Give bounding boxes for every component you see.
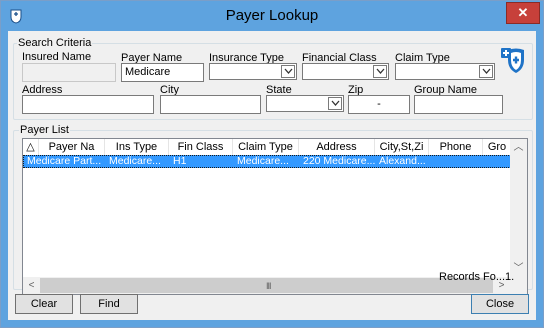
state-select[interactable] — [266, 95, 344, 112]
dialog-body: Search Criteria Insured Name Payer Name … — [8, 31, 536, 320]
payer-name-field[interactable]: Medicare — [121, 63, 204, 82]
column-header[interactable]: Fin Class — [169, 139, 233, 155]
table-cell: Medicare Part... — [27, 156, 102, 167]
title-bar[interactable]: Payer Lookup ✕ — [1, 1, 543, 31]
scroll-left-icon[interactable]: < — [23, 277, 40, 294]
table-cell — [484, 156, 512, 168]
chevron-down-icon[interactable] — [373, 65, 387, 78]
insured-name-field[interactable] — [22, 63, 116, 82]
address-field[interactable] — [22, 95, 154, 114]
close-button[interactable]: Close — [471, 294, 529, 314]
zip-field[interactable]: - — [348, 95, 410, 114]
records-found-text: Records Fo...1. — [439, 271, 515, 283]
table-cell — [430, 156, 484, 168]
clear-button[interactable]: Clear — [15, 294, 73, 314]
chevron-down-icon[interactable] — [328, 97, 342, 110]
sort-arrow-icon[interactable]: △ — [23, 139, 39, 155]
chevron-down-icon[interactable] — [281, 65, 295, 78]
column-header[interactable]: Payer Na — [39, 139, 105, 155]
scroll-grip: III — [266, 281, 271, 291]
column-header[interactable]: Ins Type — [105, 139, 169, 155]
table-cell: Alexand... — [379, 156, 426, 167]
chevron-down-icon[interactable] — [479, 65, 493, 78]
table-cell: H1 — [173, 156, 187, 167]
payer-shield-icon[interactable] — [500, 46, 528, 76]
column-header[interactable]: Address — [299, 139, 375, 155]
horizontal-scrollbar[interactable]: < III > — [23, 277, 510, 294]
table-cell: 220 Medicare... — [303, 156, 376, 167]
window-title: Payer Lookup — [225, 7, 319, 24]
financial-class-select[interactable] — [302, 63, 389, 80]
payer-list-label: Payer List — [19, 124, 70, 136]
search-criteria-label: Search Criteria — [17, 37, 93, 49]
city-field[interactable] — [160, 95, 261, 114]
list-header: △ Payer Na Ins Type Fin Class Claim Type… — [23, 139, 527, 156]
table-cell: Medicare... — [237, 156, 289, 167]
find-button[interactable]: Find — [80, 294, 138, 314]
claim-type-select[interactable] — [395, 63, 495, 80]
column-header[interactable]: City,St,Zi — [375, 139, 429, 155]
column-header[interactable]: Phone — [429, 139, 483, 155]
payer-lookup-window: Payer Lookup ✕ Search Criteria Insured N… — [0, 0, 544, 328]
close-icon[interactable]: ✕ — [506, 2, 540, 24]
table-row[interactable]: Medicare Part... Medicare... H1 Medicare… — [23, 155, 511, 168]
scroll-thumb[interactable]: III — [40, 278, 493, 293]
column-header[interactable]: Claim Type — [233, 139, 299, 155]
insured-name-label: Insured Name — [22, 51, 92, 63]
scroll-up-icon[interactable]: ︿ — [510, 139, 527, 156]
table-cell: Medicare... — [109, 156, 161, 167]
column-header[interactable]: Gro — [483, 139, 511, 155]
insurance-type-select[interactable] — [209, 63, 297, 80]
group-name-field[interactable] — [414, 95, 503, 114]
vertical-scrollbar[interactable]: ︿ ﹀ — [510, 139, 527, 277]
